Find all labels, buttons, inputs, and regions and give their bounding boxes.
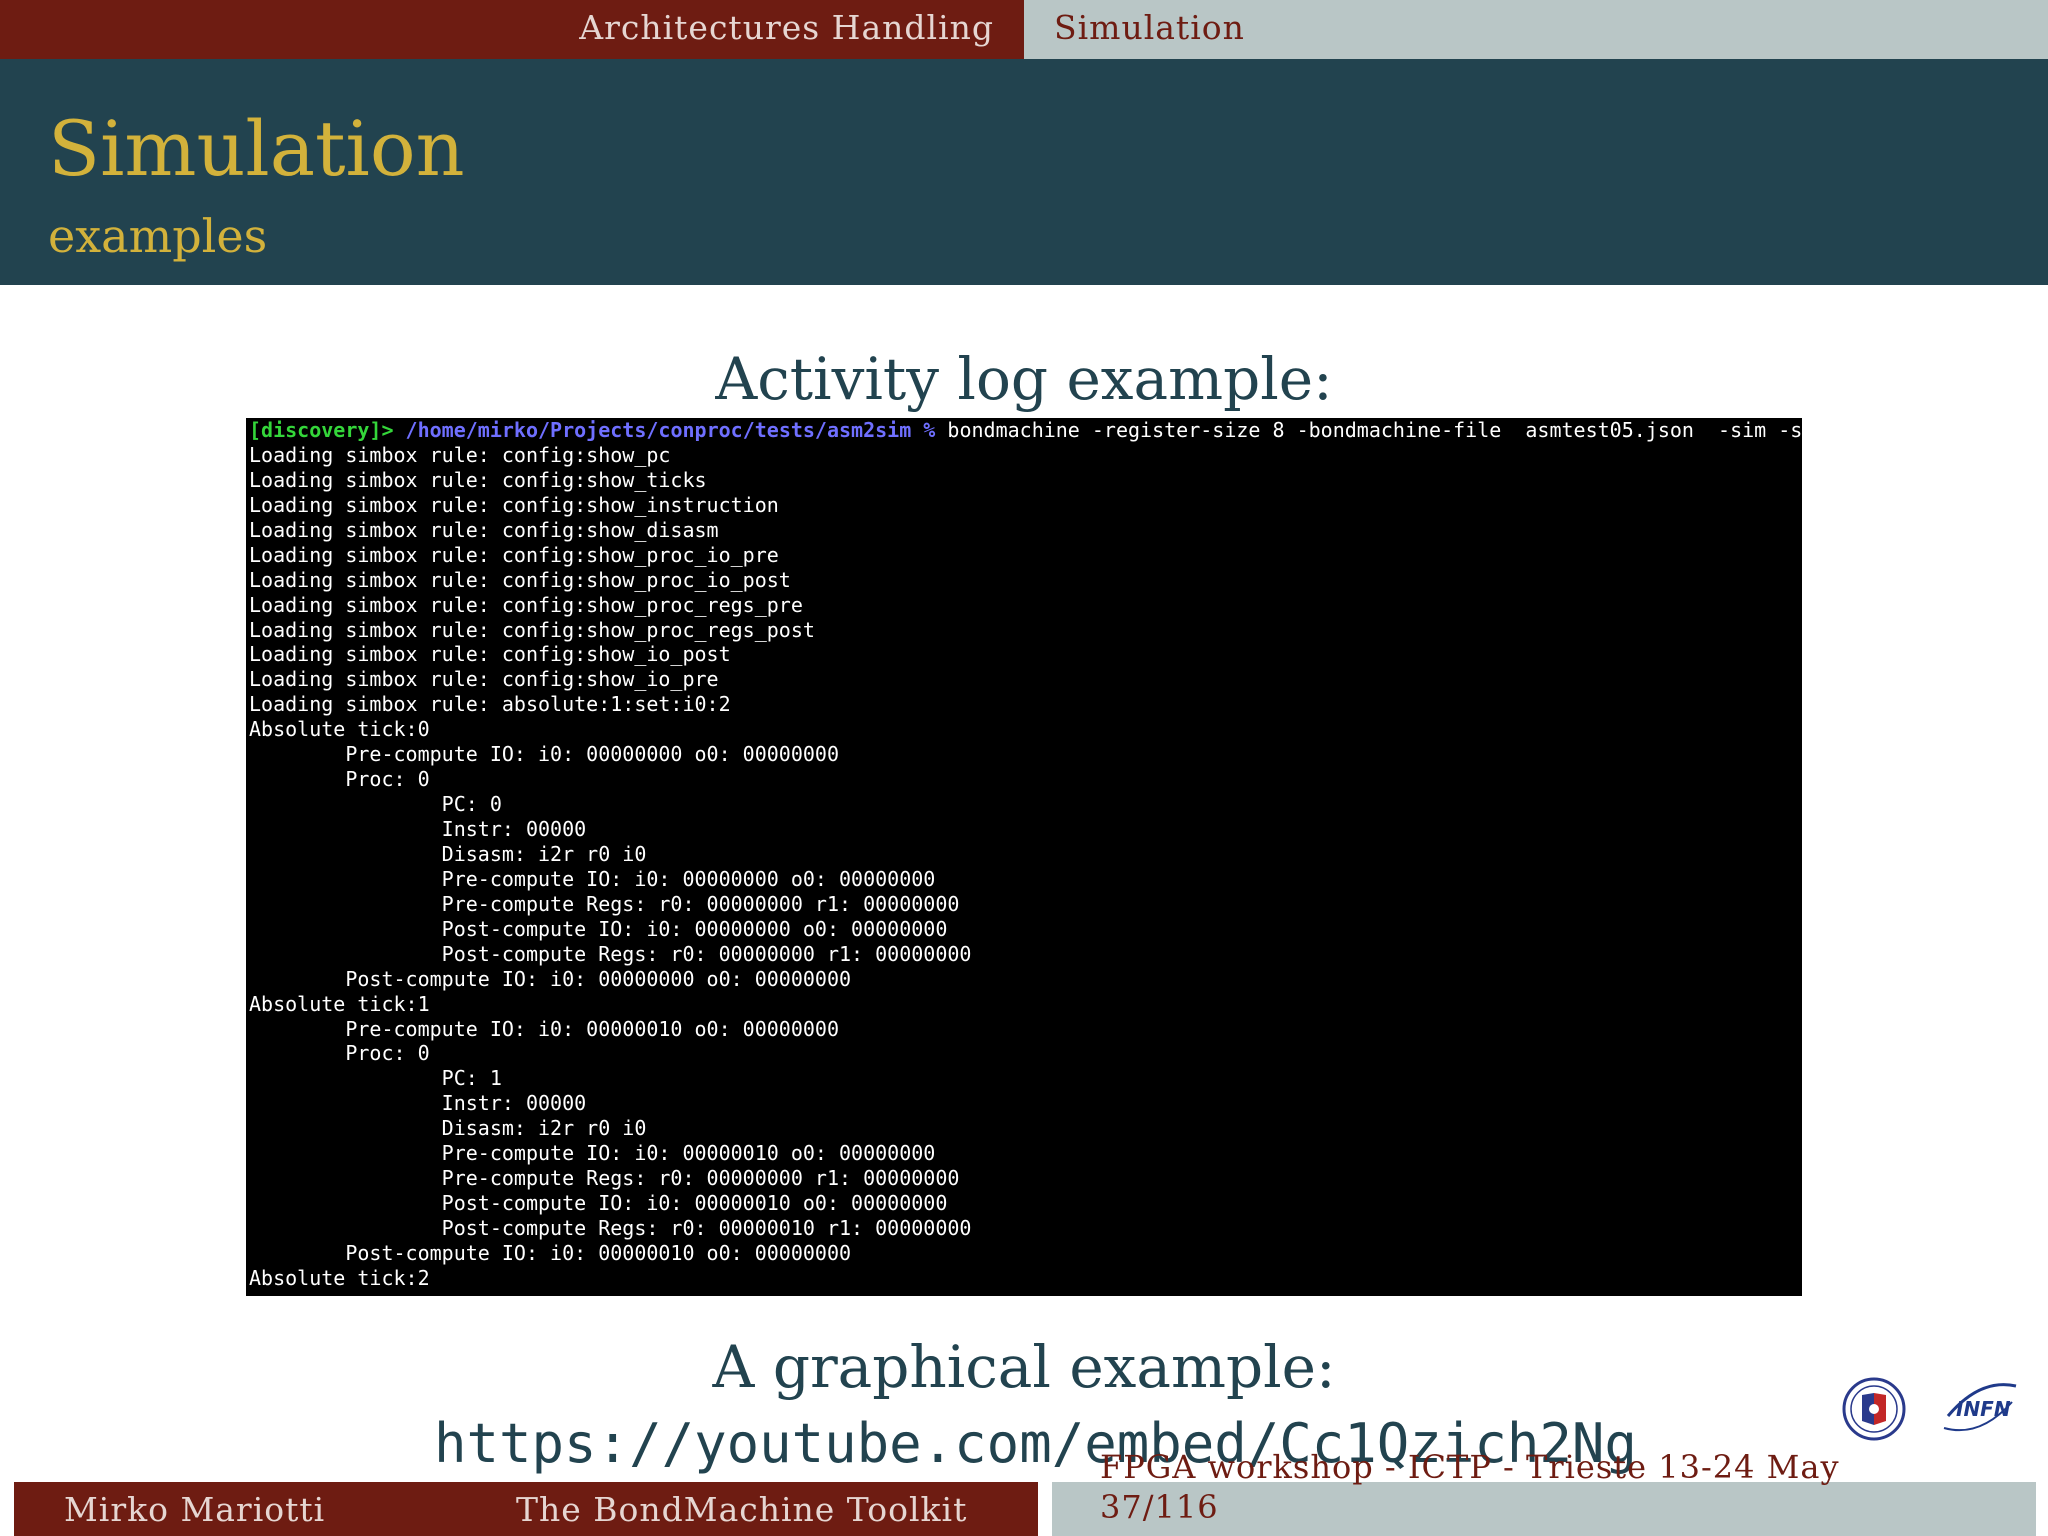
terminal-line: Post-compute IO: i0: 00000000 o0: 000000…	[249, 916, 948, 941]
terminal-line: Post-compute IO: i0: 00000010 o0: 000000…	[249, 1240, 852, 1265]
terminal-prompt-line: [discovery]> /home/mirko/Projects/conpro…	[246, 418, 1802, 443]
terminal-line: Loading simbox rule: config:show_proc_io…	[249, 542, 779, 567]
terminal-line: Loading simbox rule: config:show_io_post	[249, 642, 731, 667]
terminal-line: Loading simbox rule: config:show_proc_io…	[249, 567, 791, 592]
prompt-host: [discovery]>	[249, 418, 394, 442]
terminal-line: Loading simbox rule: config:show_disasm	[249, 517, 719, 542]
terminal-line: Pre-compute IO: i0: 00000000 o0: 0000000…	[249, 866, 936, 891]
infn-logo-text: INFN	[1956, 1397, 2011, 1421]
activity-log-heading: Activity log example:	[715, 345, 1333, 413]
footer-page-number: 37/116	[1100, 1488, 1219, 1526]
footer-left-band: Mirko Mariotti The BondMachine Toolkit	[14, 1482, 1038, 1536]
prompt-command: bondmachine -register-size 8 -bondmachin…	[935, 418, 1802, 442]
terminal-line: Proc: 0	[249, 767, 430, 792]
footer-talk-title: The BondMachine Toolkit	[516, 1490, 968, 1529]
nav-section-label[interactable]: Architectures Handling	[579, 8, 994, 47]
terminal-line: Post-compute IO: i0: 00000000 o0: 000000…	[249, 966, 852, 991]
slide-subtitle: examples	[48, 209, 268, 263]
terminal-line: Loading simbox rule: absolute:1:set:i0:2	[249, 692, 731, 717]
terminal-line: Post-compute IO: i0: 00000010 o0: 000000…	[249, 1191, 948, 1216]
terminal-line: Pre-compute IO: i0: 00000000 o0: 0000000…	[249, 742, 840, 767]
nav-section-cell[interactable]: Architectures Handling	[0, 0, 1024, 59]
footer-author: Mirko Mariotti	[64, 1490, 326, 1529]
terminal-line: Absolute tick:1	[249, 991, 430, 1016]
terminal-line: Instr: 00000	[249, 1091, 587, 1116]
terminal-line: PC: 1	[249, 1066, 502, 1091]
infn-logo-icon: INFN	[1943, 1383, 2017, 1432]
title-band: Simulation examples	[0, 59, 2048, 285]
terminal-line: Instr: 00000	[249, 817, 587, 841]
terminal-line: Loading simbox rule: config:show_ticks	[249, 467, 707, 492]
graphical-example-heading: A graphical example:	[712, 1333, 1336, 1401]
terminal-line: Absolute tick:2	[249, 1265, 430, 1290]
footer: Mirko Mariotti The BondMachine Toolkit	[0, 1482, 2048, 1536]
terminal-line: Proc: 0	[249, 1041, 430, 1066]
university-seal-icon	[1842, 1377, 1906, 1441]
terminal-line: Disasm: i2r r0 i0	[249, 841, 647, 866]
terminal-line: Loading simbox rule: config:show_pc	[249, 442, 671, 467]
terminal-line: Pre-compute Regs: r0: 00000000 r1: 00000…	[249, 1166, 960, 1191]
terminal-line: Loading simbox rule: config:show_proc_re…	[249, 592, 803, 617]
terminal-screenshot: [discovery]> /home/mirko/Projects/conpro…	[246, 418, 1802, 1296]
slide-title: Simulation	[48, 104, 465, 193]
footer-event: FPGA workshop - ICTP - Trieste 13-24 May	[1100, 1448, 1840, 1486]
terminal-line: Post-compute Regs: r0: 00000000 r1: 0000…	[249, 941, 972, 966]
terminal-line: PC: 0	[249, 792, 502, 817]
terminal-line: Disasm: i2r r0 i0	[249, 1116, 647, 1141]
prompt-path: /home/mirko/Projects/conproc/tests/asm2s…	[393, 418, 936, 442]
terminal-output: Loading simbox rule: config:show_pc Loadi…	[246, 443, 1802, 1291]
terminal-line: Pre-compute IO: i0: 00000010 o0: 0000000…	[249, 1016, 840, 1041]
terminal-line: Post-compute Regs: r0: 00000010 r1: 0000…	[249, 1216, 972, 1240]
terminal-line: Pre-compute IO: i0: 00000010 o0: 0000000…	[249, 1141, 936, 1166]
terminal-line: Loading simbox rule: config:show_instruc…	[249, 492, 779, 517]
terminal-line: Pre-compute Regs: r0: 00000000 r1: 00000…	[249, 891, 960, 916]
terminal-line: Loading simbox rule: config:show_proc_re…	[249, 617, 815, 642]
terminal-line: Loading simbox rule: config:show_io_pre	[249, 667, 719, 692]
top-navigation-bar: Architectures Handling Simulation	[0, 0, 2048, 59]
terminal-line: Absolute tick:0	[249, 717, 430, 742]
nav-subsection-cell[interactable]: Simulation	[1024, 0, 2048, 59]
nav-subsection-label[interactable]: Simulation	[1054, 8, 1245, 47]
